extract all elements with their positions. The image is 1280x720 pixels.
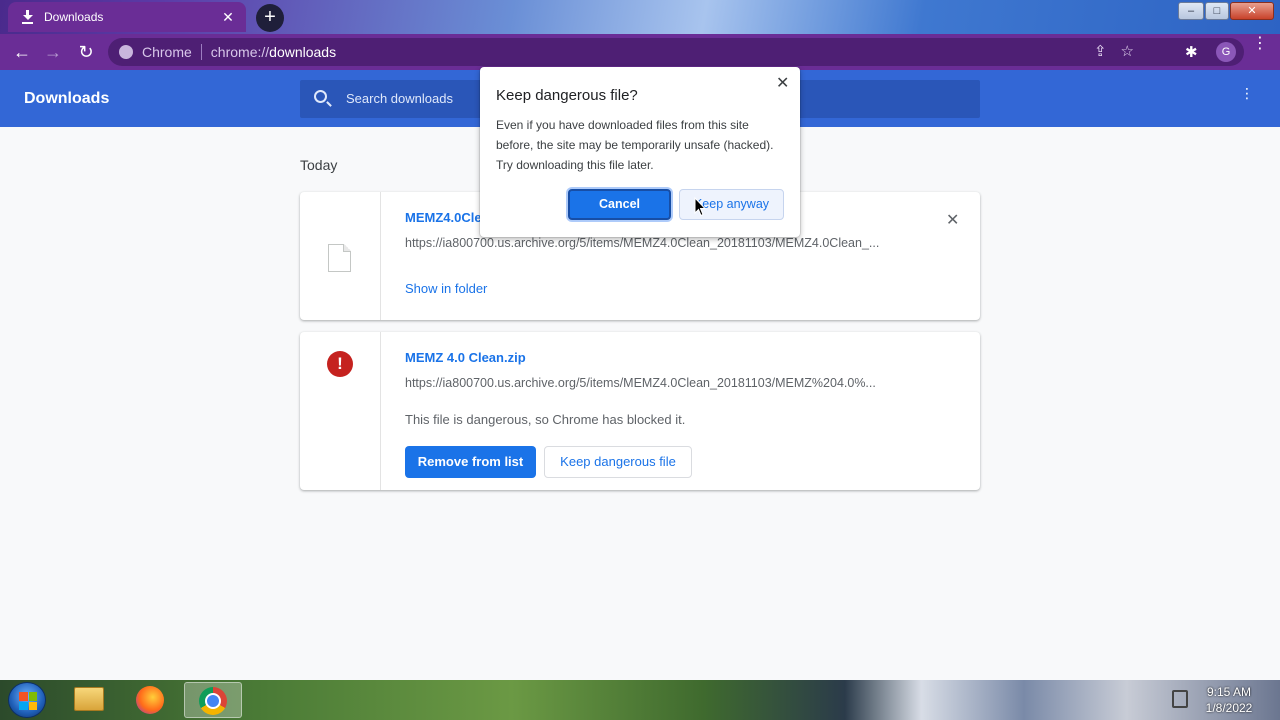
tab-title: Downloads: [44, 10, 104, 24]
download-icon: [22, 10, 34, 24]
cancel-button[interactable]: Cancel: [568, 189, 671, 220]
download-filename[interactable]: MEMZ 4.0 Clean.zip: [405, 350, 526, 365]
show-in-folder-link[interactable]: Show in folder: [405, 281, 487, 296]
keep-dangerous-file-dialog: Keep dangerous file? ✕ Even if you have …: [480, 67, 800, 237]
taskbar-chrome[interactable]: [184, 682, 242, 718]
tab-strip: Downloads ✕ + – □ ✕: [0, 0, 1280, 34]
reload-icon[interactable]: ↻: [74, 40, 98, 64]
remove-from-list-button[interactable]: Remove from list: [405, 446, 536, 478]
new-tab-button[interactable]: +: [256, 4, 284, 32]
keep-dangerous-file-button[interactable]: Keep dangerous file: [544, 446, 692, 478]
taskbar-clock[interactable]: 9:15 AM 1/8/2022: [1196, 684, 1262, 716]
windows-start-icon[interactable]: [8, 682, 46, 718]
profile-avatar[interactable]: G: [1216, 42, 1236, 62]
clock-date: 1/8/2022: [1205, 701, 1253, 715]
maximize-button[interactable]: □: [1205, 2, 1229, 20]
address-separator: [200, 44, 202, 60]
forward-icon[interactable]: →: [41, 40, 65, 64]
browser-toolbar: ← → ↻ Chrome chrome:// downloads ⇪ ☆ ✱ G…: [0, 34, 1280, 70]
remove-item-close-icon[interactable]: ✕: [946, 210, 959, 230]
taskbar-firefox[interactable]: [122, 682, 180, 718]
download-item-dangerous: ! MEMZ 4.0 Clean.zip https://ia800700.us…: [300, 332, 980, 490]
bookmark-star-icon[interactable]: ☆: [1121, 42, 1134, 60]
icon-column: [300, 192, 381, 320]
dialog-title: Keep dangerous file?: [496, 87, 638, 104]
icon-column: !: [300, 332, 381, 490]
danger-icon: !: [327, 351, 353, 377]
danger-warning-text: This file is dangerous, so Chrome has bl…: [405, 412, 686, 427]
extensions-icon[interactable]: ✱: [1185, 43, 1203, 61]
taskbar-explorer[interactable]: [60, 682, 118, 718]
download-url[interactable]: https://ia800700.us.archive.org/5/items/…: [405, 236, 879, 250]
file-icon: [328, 244, 351, 272]
url-host: downloads: [269, 44, 337, 60]
share-icon[interactable]: ⇪: [1094, 42, 1107, 60]
downloads-menu-icon[interactable]: ⋮: [1240, 86, 1254, 100]
minimize-button[interactable]: –: [1178, 2, 1204, 20]
address-bar[interactable]: Chrome chrome:// downloads ⇪ ☆: [108, 38, 1244, 66]
search-icon: [314, 90, 327, 103]
date-section-heading: Today: [300, 157, 338, 173]
network-tray-icon[interactable]: [1172, 690, 1188, 708]
site-name: Chrome: [142, 44, 192, 60]
browser-menu-icon[interactable]: ⋮: [1252, 36, 1268, 52]
search-placeholder: Search downloads: [346, 91, 453, 106]
back-icon[interactable]: ←: [10, 40, 34, 64]
site-info-icon[interactable]: [119, 45, 133, 59]
tab-downloads[interactable]: Downloads ✕: [8, 2, 246, 32]
dialog-body-text: Even if you have downloaded files from t…: [496, 118, 774, 172]
firefox-icon: [136, 686, 164, 714]
windows-taskbar: 9:15 AM 1/8/2022: [0, 680, 1280, 720]
url-scheme: chrome://: [210, 44, 270, 60]
folder-icon: [74, 687, 104, 711]
clock-time: 9:15 AM: [1206, 685, 1252, 699]
tab-close-icon[interactable]: ✕: [218, 9, 238, 26]
dialog-close-icon[interactable]: ✕: [776, 73, 789, 93]
mouse-cursor-icon: [694, 197, 706, 217]
download-filename-link[interactable]: MEMZ4.0Cle: [405, 210, 482, 225]
window-close-button[interactable]: ✕: [1230, 2, 1274, 20]
chrome-icon: [199, 687, 227, 715]
page-title: Downloads: [24, 90, 110, 107]
download-url[interactable]: https://ia800700.us.archive.org/5/items/…: [405, 376, 876, 390]
